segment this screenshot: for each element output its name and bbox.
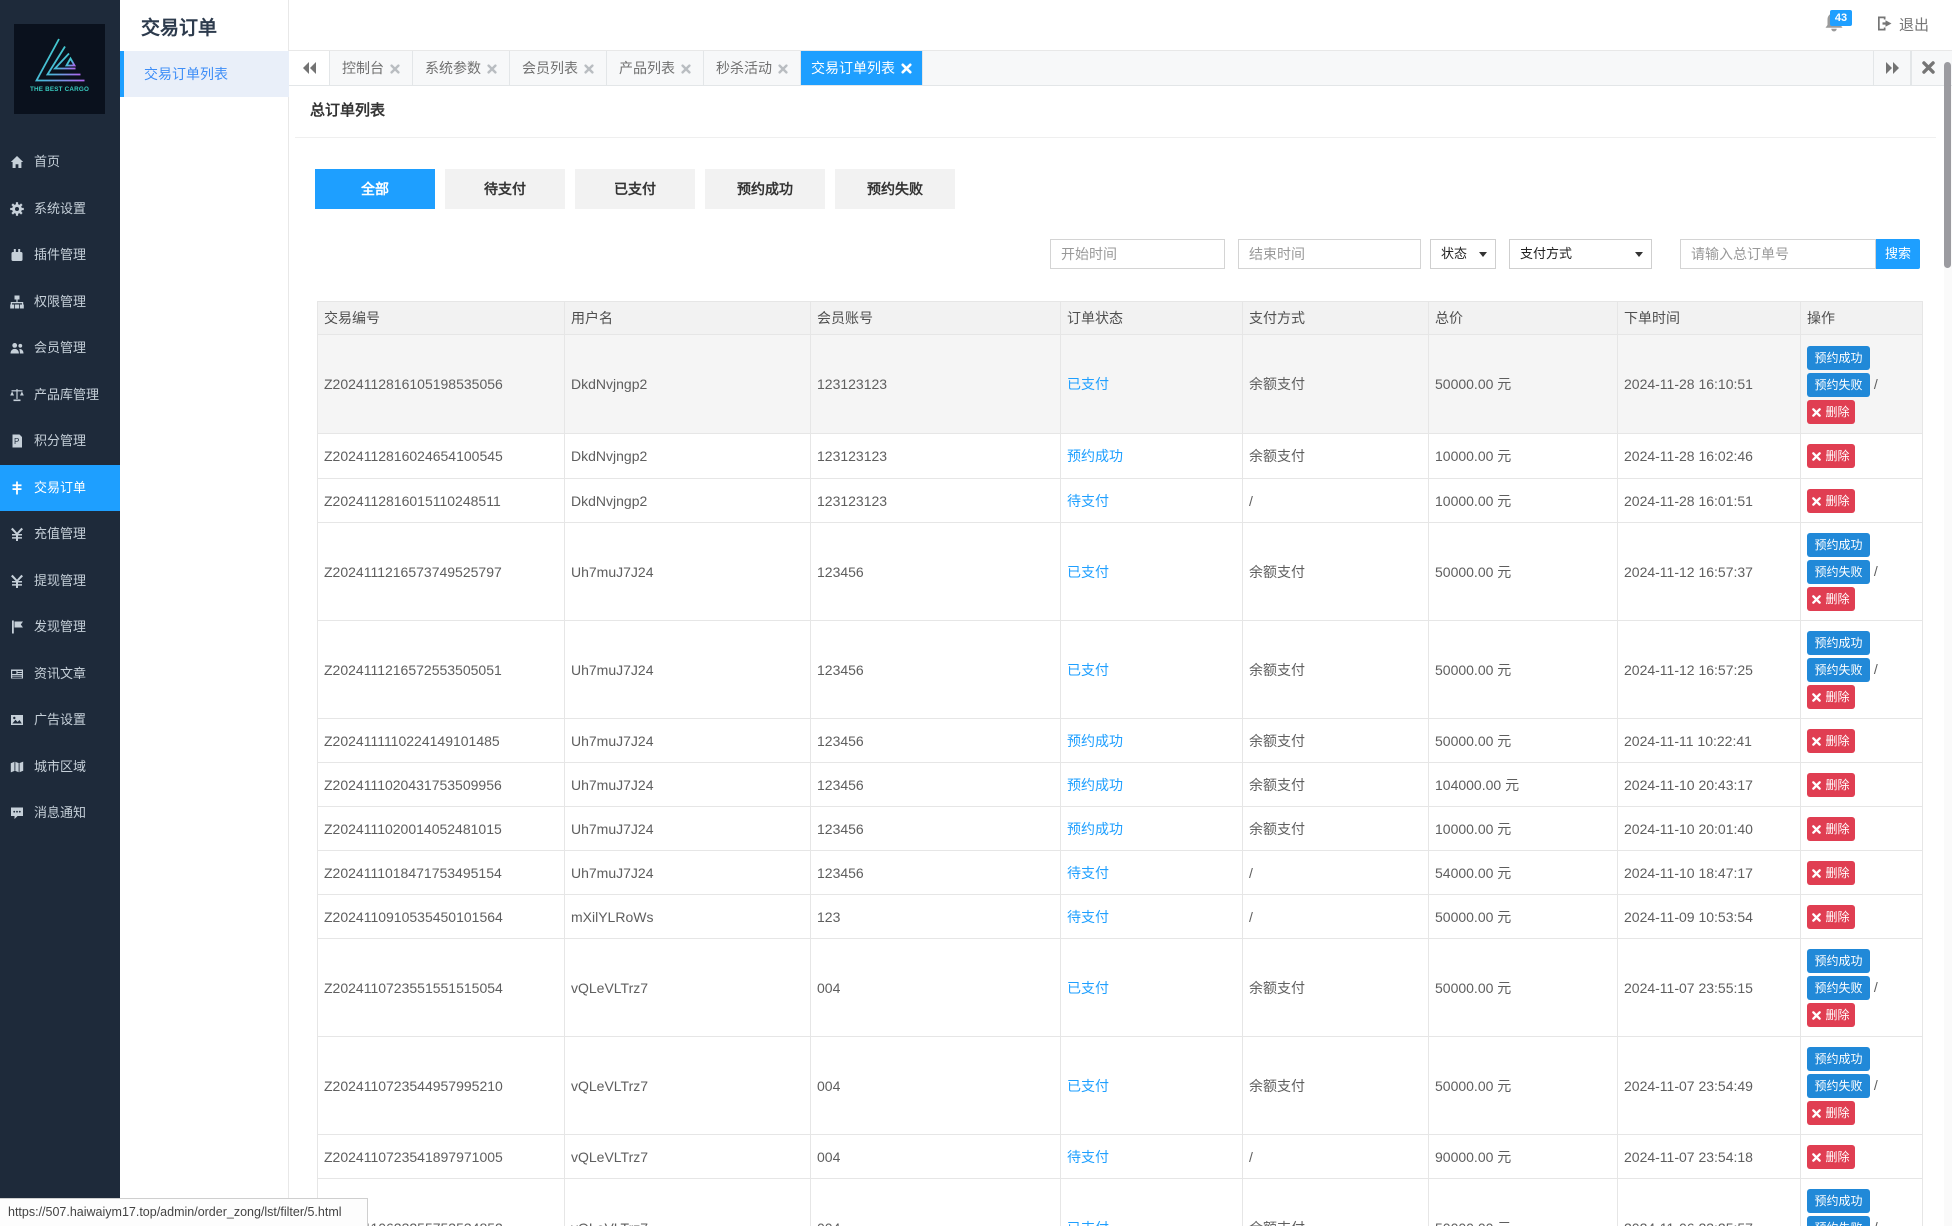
svg-text:P: P bbox=[14, 437, 19, 446]
